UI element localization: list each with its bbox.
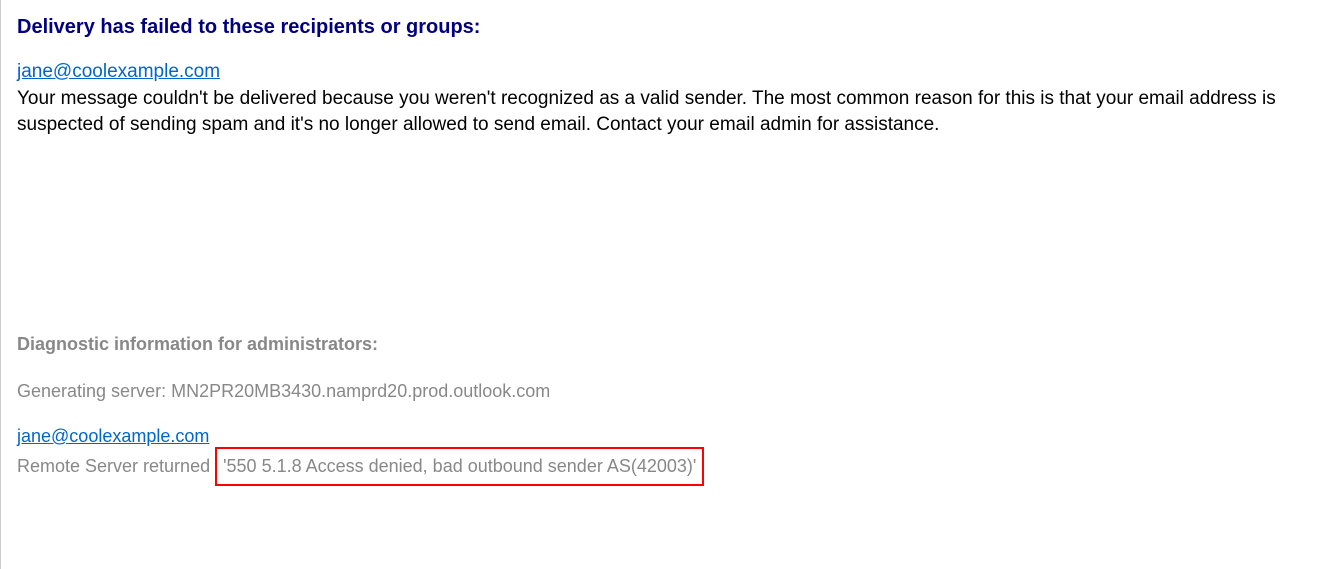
generating-server-line: Generating server: MN2PR20MB3430.namprd2… xyxy=(17,379,1329,404)
diagnostic-recipient-block: jane@coolexample.com xyxy=(17,426,1329,447)
remote-server-label: Remote Server returned xyxy=(17,456,215,476)
failure-reason-text: Your message couldn't be delivered becau… xyxy=(17,86,1317,139)
diagnostic-recipient-link[interactable]: jane@coolexample.com xyxy=(17,426,209,446)
diagnostic-heading: Diagnostic information for administrator… xyxy=(17,334,1329,355)
generating-server-label: Generating server: xyxy=(17,381,171,401)
email-bounce-message: Delivery has failed to these recipients … xyxy=(0,0,1329,569)
diagnostic-section: Diagnostic information for administrator… xyxy=(17,334,1329,486)
failure-heading: Delivery has failed to these recipients … xyxy=(17,16,1329,39)
remote-server-line: Remote Server returned '550 5.1.8 Access… xyxy=(17,447,1329,486)
error-code-highlight: '550 5.1.8 Access denied, bad outbound s… xyxy=(215,447,704,486)
recipient-block: jane@coolexample.com xyxy=(17,59,1329,86)
recipient-email-link[interactable]: jane@coolexample.com xyxy=(17,61,220,82)
generating-server-value: MN2PR20MB3430.namprd20.prod.outlook.com xyxy=(171,381,550,401)
